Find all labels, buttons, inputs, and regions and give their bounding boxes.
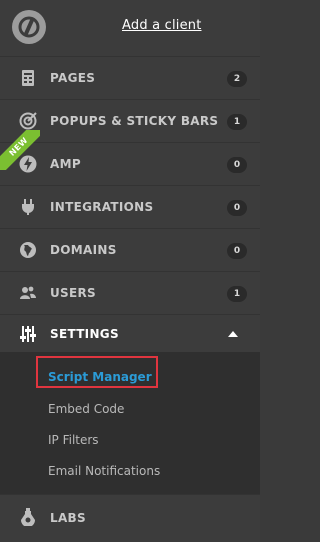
nav-item-domains[interactable]: DOMAINS 0: [0, 228, 260, 271]
count-badge: 2: [227, 71, 247, 87]
nav-item-integrations[interactable]: INTEGRATIONS 0: [0, 185, 260, 228]
nav-label: AMP: [50, 157, 81, 171]
nav-label: POPUPS & STICKY BARS: [50, 114, 219, 128]
globe-icon: [19, 241, 37, 259]
logo-icon: [18, 16, 40, 38]
nav-item-labs[interactable]: LABS: [0, 494, 260, 542]
target-icon: [19, 112, 37, 130]
plug-icon: [19, 198, 37, 216]
submenu-item-ip-filters[interactable]: IP Filters: [48, 433, 99, 447]
new-ribbon-label: NEW: [0, 130, 40, 170]
flask-icon: [19, 508, 37, 527]
count-badge: 0: [227, 200, 247, 216]
new-ribbon: NEW: [0, 130, 40, 170]
count-badge: 1: [227, 114, 247, 130]
count-badge: 0: [227, 157, 247, 173]
sidebar: Add a client PAGES 2 POPUPS & STICKY BAR…: [0, 0, 260, 542]
count-badge: 1: [227, 286, 247, 302]
nav-label: INTEGRATIONS: [50, 200, 154, 214]
users-icon: [19, 284, 37, 302]
nav-item-settings[interactable]: SETTINGS: [0, 314, 260, 352]
logo[interactable]: [12, 10, 46, 44]
chevron-up-icon[interactable]: [228, 331, 238, 337]
pages-icon: [19, 69, 37, 87]
count-badge: 0: [227, 243, 247, 259]
sidebar-header: Add a client: [0, 0, 260, 56]
nav-label: PAGES: [50, 71, 96, 85]
submenu-item-embed-code[interactable]: Embed Code: [48, 402, 124, 416]
submenu-item-email-notifications[interactable]: Email Notifications: [48, 464, 160, 478]
nav-label: SETTINGS: [50, 327, 119, 341]
sliders-icon: [19, 325, 37, 343]
highlight-outline: [36, 356, 158, 388]
add-client-link[interactable]: Add a client: [122, 18, 202, 33]
nav-item-pages[interactable]: PAGES 2: [0, 56, 260, 99]
nav-label: LABS: [50, 511, 86, 525]
nav-item-users[interactable]: USERS 1: [0, 271, 260, 314]
nav-label: DOMAINS: [50, 243, 117, 257]
nav-label: USERS: [50, 286, 96, 300]
